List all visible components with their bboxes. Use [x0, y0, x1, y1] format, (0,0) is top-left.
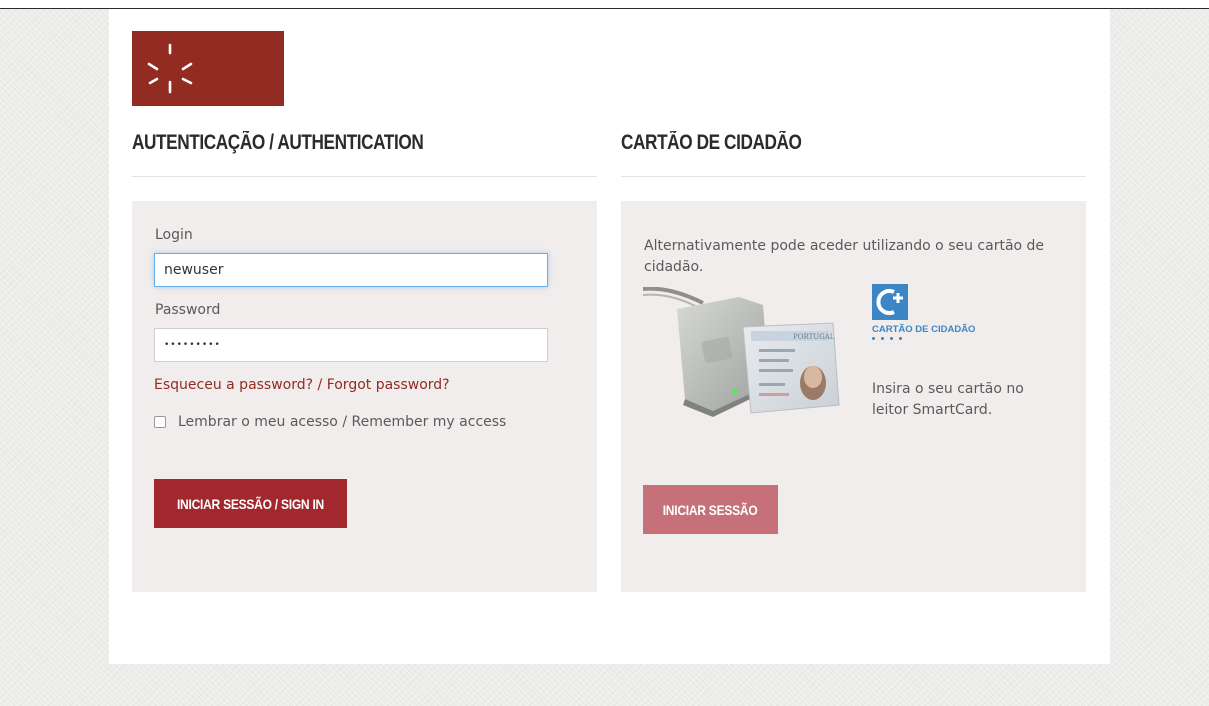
- citizen-card-sign-in-label: INICIAR SESSÃO: [663, 501, 758, 518]
- password-label: Password: [155, 302, 221, 318]
- sign-in-button[interactable]: INICIAR SESSÃO / SIGN IN: [154, 479, 347, 528]
- smartcard-reader-icon: PORTUGAL: [643, 287, 840, 417]
- top-bar: [0, 0, 1209, 9]
- auth-title: AUTENTICAÇÃO / AUTHENTICATION: [132, 131, 424, 154]
- uminho-star-icon: [147, 43, 193, 94]
- auth-title-divider: [132, 176, 597, 177]
- university-logo[interactable]: [132, 31, 284, 106]
- insert-card-instruction: Insira o seu cartão no leitor SmartCard.: [872, 381, 1024, 418]
- remember-me-checkbox[interactable]: [154, 416, 166, 428]
- remember-me-row[interactable]: Lembrar o meu acesso / Remember my acces…: [154, 414, 506, 430]
- cartao-cidadao-logo: CARTÃO DE CIDADÃO: [872, 284, 975, 340]
- id-card-country: PORTUGAL: [793, 333, 835, 341]
- cartao-cidadao-logo-text: CARTÃO DE CIDADÃO: [872, 324, 976, 335]
- remember-me-label: Lembrar o meu acesso / Remember my acces…: [178, 414, 507, 430]
- login-card: AUTENTICAÇÃO / AUTHENTICATION Login Pass…: [109, 9, 1110, 664]
- login-input[interactable]: [154, 253, 548, 287]
- citizen-card-sign-in-button[interactable]: INICIAR SESSÃO: [643, 485, 778, 534]
- cartao-cidadao-logo-icon: [872, 284, 908, 320]
- password-input[interactable]: [154, 328, 548, 362]
- citizen-card-title: CARTÃO DE CIDADÃO: [621, 131, 802, 154]
- auth-panel: Login Password Esqueceu a password? / Fo…: [132, 201, 597, 592]
- login-label: Login: [155, 227, 193, 243]
- sign-in-button-label: INICIAR SESSÃO / SIGN IN: [176, 495, 325, 512]
- citizen-card-title-divider: [621, 176, 1086, 177]
- cartao-cidadao-logo-dots: [872, 337, 975, 340]
- citizen-card-panel: Alternativamente pode aceder utilizando …: [621, 201, 1086, 592]
- forgot-password-link[interactable]: Esqueceu a password? / Forgot password?: [154, 377, 450, 393]
- citizen-card-description: Alternativamente pode aceder utilizando …: [644, 238, 1045, 275]
